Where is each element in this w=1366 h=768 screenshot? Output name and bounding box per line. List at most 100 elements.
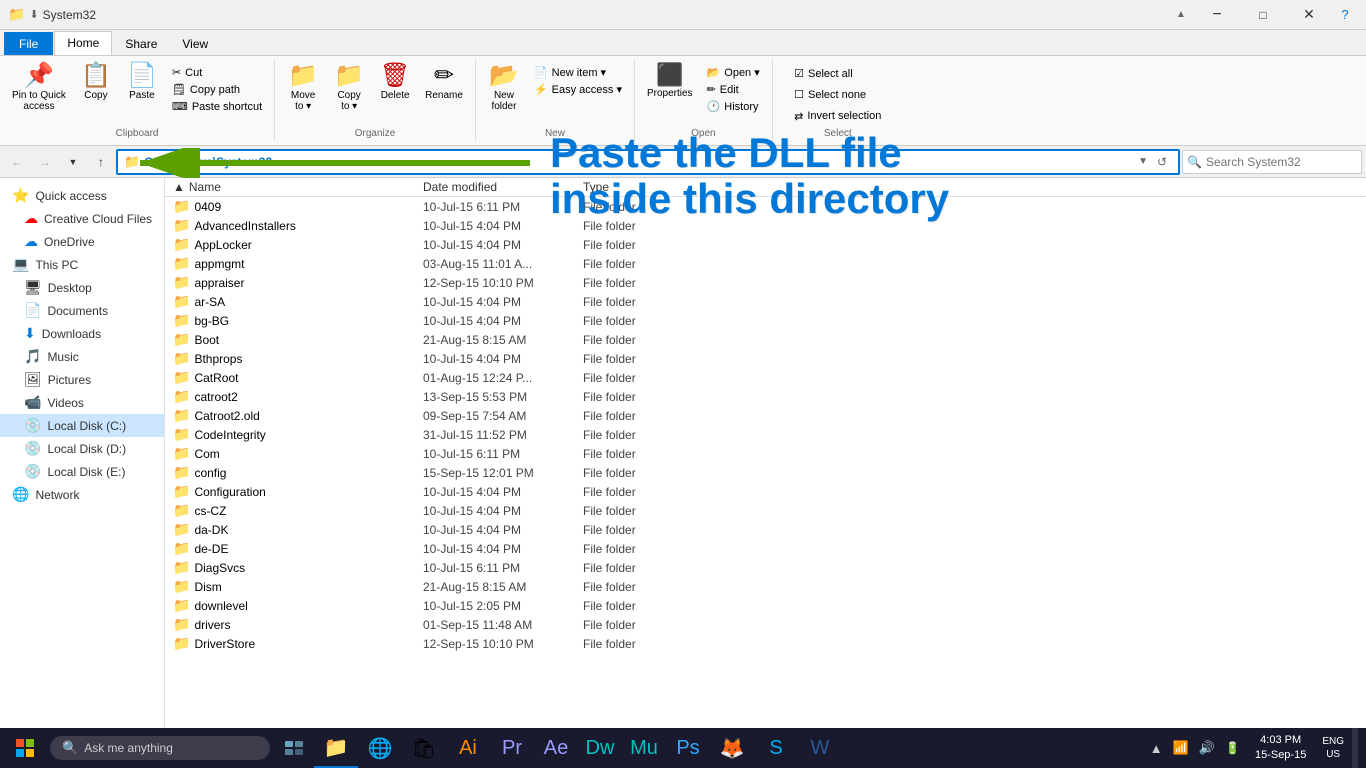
open-button[interactable]: 📂 Open ▾	[701, 64, 766, 81]
new-folder-button[interactable]: 📂 Newfolder	[482, 62, 526, 114]
sidebar-item-local-disk-d[interactable]: 💿 Local Disk (D:)	[0, 437, 164, 460]
select-all-button[interactable]: ☑ Select all	[788, 65, 859, 82]
minimize-button[interactable]: −	[1194, 0, 1240, 30]
address-dropdown-icon[interactable]: ▼	[1138, 156, 1148, 167]
column-header-type[interactable]: Type	[583, 180, 683, 194]
forward-button[interactable]: →	[32, 149, 58, 175]
back-button[interactable]: ←	[4, 149, 30, 175]
paste-shortcut-button[interactable]: ⌨ Paste shortcut	[166, 98, 268, 115]
file-row[interactable]: 📁 cs-CZ 10-Jul-15 4:04 PM File folder	[165, 501, 1366, 520]
sidebar-item-local-disk-e[interactable]: 💿 Local Disk (E:)	[0, 460, 164, 483]
tab-view[interactable]: View	[170, 33, 220, 55]
file-row[interactable]: 📁 CatRoot 01-Aug-15 12:24 P... File fold…	[165, 368, 1366, 387]
sidebar-item-pictures[interactable]: 🖼 Pictures	[0, 368, 164, 391]
copy-path-button[interactable]: 🗒 Copy path	[166, 81, 268, 98]
file-row[interactable]: 📁 Bthprops 10-Jul-15 4:04 PM File folder	[165, 349, 1366, 368]
tab-file[interactable]: File	[4, 32, 53, 55]
taskbar-word[interactable]: W	[798, 728, 842, 768]
file-row[interactable]: 📁 appmgmt 03-Aug-15 11:01 A... File fold…	[165, 254, 1366, 273]
address-bar[interactable]: 📁 ▼ ↺	[116, 149, 1180, 175]
sidebar-item-music[interactable]: 🎵 Music	[0, 345, 164, 368]
show-desktop-button[interactable]	[1352, 728, 1358, 768]
recent-locations-button[interactable]: ▼	[60, 149, 86, 175]
start-button[interactable]	[0, 728, 50, 768]
tab-home[interactable]: Home	[54, 31, 112, 55]
column-header-name[interactable]: ▲ Name	[173, 180, 423, 194]
history-button[interactable]: 🕐 History	[701, 98, 766, 115]
sidebar-item-onedrive[interactable]: ☁ OneDrive	[0, 230, 164, 253]
file-row[interactable]: 📁 0409 10-Jul-15 6:11 PM File folder	[165, 197, 1366, 216]
taskbar-photoshop[interactable]: Ps	[666, 728, 710, 768]
show-hidden-icons[interactable]: ▲	[1147, 741, 1166, 756]
language-indicator[interactable]: ENG US	[1318, 735, 1348, 761]
search-input[interactable]	[1202, 155, 1361, 169]
help-button[interactable]: ?	[1332, 0, 1358, 30]
taskbar-store[interactable]: 🛍	[402, 728, 446, 768]
file-row[interactable]: 📁 de-DE 10-Jul-15 4:04 PM File folder	[165, 539, 1366, 558]
task-view-button[interactable]	[274, 728, 314, 768]
file-row[interactable]: 📁 CodeIntegrity 31-Jul-15 11:52 PM File …	[165, 425, 1366, 444]
edit-button[interactable]: ✏ Edit	[701, 81, 766, 98]
taskbar-dreamweaver[interactable]: Dw	[578, 728, 622, 768]
file-row[interactable]: 📁 Boot 21-Aug-15 8:15 AM File folder	[165, 330, 1366, 349]
file-row[interactable]: 📁 Dism 21-Aug-15 8:15 AM File folder	[165, 577, 1366, 596]
tab-share[interactable]: Share	[113, 33, 169, 55]
battery-icon[interactable]: 🔋	[1222, 741, 1243, 755]
copy-button[interactable]: 📋 Copy	[74, 62, 118, 103]
address-input[interactable]	[144, 155, 1138, 169]
select-none-button[interactable]: ☐ Select none	[788, 86, 872, 103]
network-tray-icon[interactable]: 📶	[1170, 740, 1192, 756]
properties-button[interactable]: ⬛ Properties	[641, 62, 699, 101]
sidebar-item-quick-access[interactable]: ⭐ Quick access	[0, 184, 164, 207]
file-row[interactable]: 📁 config 15-Sep-15 12:01 PM File folder	[165, 463, 1366, 482]
file-row[interactable]: 📁 appraiser 12-Sep-15 10:10 PM File fold…	[165, 273, 1366, 292]
file-row[interactable]: 📁 bg-BG 10-Jul-15 4:04 PM File folder	[165, 311, 1366, 330]
close-button[interactable]: ✕	[1286, 0, 1332, 30]
chevron-up-icon[interactable]: ▲	[1168, 0, 1194, 30]
file-row[interactable]: 📁 ar-SA 10-Jul-15 4:04 PM File folder	[165, 292, 1366, 311]
file-row[interactable]: 📁 drivers 01-Sep-15 11:48 AM File folder	[165, 615, 1366, 634]
file-row[interactable]: 📁 catroot2 13-Sep-15 5:53 PM File folder	[165, 387, 1366, 406]
sidebar-item-this-pc[interactable]: 💻 This PC	[0, 253, 164, 276]
rename-button[interactable]: ✏ Rename	[419, 62, 469, 103]
taskbar-premiere[interactable]: Pr	[490, 728, 534, 768]
paste-button[interactable]: 📄 Paste	[120, 62, 164, 103]
taskbar-explorer[interactable]: 📁	[314, 728, 358, 768]
taskbar-illustrator[interactable]: Ai	[446, 728, 490, 768]
easy-access-button[interactable]: ⚡ Easy access ▾	[528, 81, 628, 98]
move-to-button[interactable]: 📁 Moveto ▾	[281, 62, 325, 114]
volume-icon[interactable]: 🔊	[1196, 740, 1218, 756]
taskbar-firefox[interactable]: 🦊	[710, 728, 754, 768]
maximize-button[interactable]: □	[1240, 0, 1286, 30]
sidebar-item-local-disk-c[interactable]: 💿 Local Disk (C:)	[0, 414, 164, 437]
file-row[interactable]: 📁 AppLocker 10-Jul-15 4:04 PM File folde…	[165, 235, 1366, 254]
file-row[interactable]: 📁 DriverStore 12-Sep-15 10:10 PM File fo…	[165, 634, 1366, 653]
taskbar-edge[interactable]: 🌐	[358, 728, 402, 768]
taskbar-after-effects[interactable]: Ae	[534, 728, 578, 768]
pin-to-quick-access-button[interactable]: 📌 Pin to Quickaccess	[6, 62, 72, 114]
clock[interactable]: 4:03 PM 15-Sep-15	[1247, 733, 1314, 764]
taskbar-search[interactable]: 🔍 Ask me anything	[50, 736, 270, 760]
up-button[interactable]: ↑	[88, 149, 114, 175]
sidebar-item-desktop[interactable]: 🖥 Desktop	[0, 276, 164, 299]
invert-selection-button[interactable]: ⇄ Invert selection	[788, 108, 887, 125]
sidebar-item-downloads[interactable]: ⬇ Downloads	[0, 322, 164, 345]
search-bar[interactable]: 🔍	[1182, 150, 1362, 174]
file-row[interactable]: 📁 Configuration 10-Jul-15 4:04 PM File f…	[165, 482, 1366, 501]
delete-button[interactable]: 🗑 Delete	[373, 62, 417, 103]
file-row[interactable]: 📁 downlevel 10-Jul-15 2:05 PM File folde…	[165, 596, 1366, 615]
copy-to-button[interactable]: 📁 Copyto ▾	[327, 62, 371, 114]
sidebar-item-videos[interactable]: 📹 Videos	[0, 391, 164, 414]
file-row[interactable]: 📁 da-DK 10-Jul-15 4:04 PM File folder	[165, 520, 1366, 539]
cut-button[interactable]: ✂ Cut	[166, 64, 268, 81]
file-row[interactable]: 📁 Catroot2.old 09-Sep-15 7:54 AM File fo…	[165, 406, 1366, 425]
sidebar-item-documents[interactable]: 📄 Documents	[0, 299, 164, 322]
file-row[interactable]: 📁 AdvancedInstallers 10-Jul-15 4:04 PM F…	[165, 216, 1366, 235]
refresh-button[interactable]: ↺	[1152, 152, 1172, 172]
sidebar-item-network[interactable]: 🌐 Network	[0, 483, 164, 506]
column-header-date[interactable]: Date modified	[423, 180, 583, 194]
taskbar-skype[interactable]: S	[754, 728, 798, 768]
file-row[interactable]: 📁 DiagSvcs 10-Jul-15 6:11 PM File folder	[165, 558, 1366, 577]
sidebar-item-creative-cloud[interactable]: ☁ Creative Cloud Files	[0, 207, 164, 230]
taskbar-muse[interactable]: Mu	[622, 728, 666, 768]
